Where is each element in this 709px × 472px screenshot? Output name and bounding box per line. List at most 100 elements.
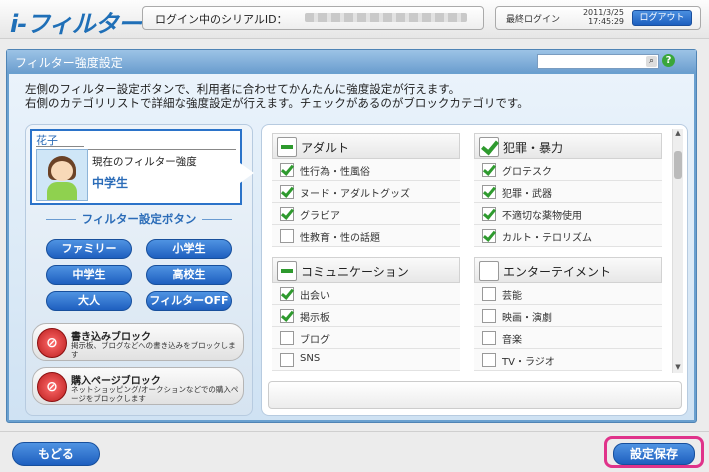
last-login-datetime: 2011/3/25 17:45:29 <box>568 8 624 26</box>
item-label: 音楽 <box>502 335 522 346</box>
item-checkbox[interactable] <box>280 163 294 177</box>
description-line-1: 左側のフィルター設定ボタンで、利用者に合わせてかんたんに強度設定が行えます。 <box>25 82 461 96</box>
filter-button-family[interactable]: ファミリー <box>46 239 132 259</box>
avatar-body <box>47 182 77 200</box>
category-item[interactable]: 犯罪・武器 <box>474 181 662 203</box>
item-checkbox[interactable] <box>482 163 496 177</box>
item-checkbox[interactable] <box>280 353 294 367</box>
category-item[interactable]: グラビア <box>272 203 460 225</box>
save-button-highlight: 設定保存 <box>604 436 704 468</box>
category-header[interactable]: 犯罪・暴力 <box>474 133 662 159</box>
scroll-down-icon[interactable]: ▼ <box>673 363 683 373</box>
current-strength-label: 現在のフィルター強度 <box>92 156 197 168</box>
item-checkbox[interactable] <box>482 185 496 199</box>
item-checkbox[interactable] <box>482 287 496 301</box>
card-pointer <box>240 163 254 183</box>
category-title: アダルト <box>301 141 350 155</box>
scroll-thumb[interactable] <box>674 151 682 179</box>
panel-search-input[interactable]: ⌕ <box>537 54 659 69</box>
item-checkbox[interactable] <box>280 229 294 243</box>
item-label: 不適切な薬物使用 <box>502 211 582 222</box>
top-bar: i-フィルター ログイン中のシリアルID： 最終ログイン 2011/3/25 1… <box>0 0 709 39</box>
last-login-box: 最終ログイン 2011/3/25 17:45:29 ログアウト <box>495 6 701 30</box>
item-label: TV・ラジオ <box>502 357 555 368</box>
current-strength-box: 現在のフィルター強度 中学生 <box>88 149 236 198</box>
category-item[interactable]: 性教育・性の話題 <box>272 225 460 247</box>
category-scrollbar[interactable]: ▲ ▼ <box>672 129 683 373</box>
panel-title: フィルター強度設定 <box>15 56 123 70</box>
item-label: 掲示板 <box>300 313 330 324</box>
description-line-2: 右側のカテゴリリストで詳細な強度設定が行えます。チェックがあるのがブロックカテゴ… <box>25 96 529 110</box>
category-2: コミュニケーション出会い掲示板ブログ SNS <box>272 257 460 371</box>
category-header[interactable]: コミュニケーション <box>272 257 460 283</box>
write-block-toggle[interactable]: ⊘ 書き込みブロック 掲示板、ブログなどへの書き込みをブロックします <box>32 323 244 361</box>
filter-button-elementary[interactable]: 小学生 <box>146 239 232 259</box>
category-item[interactable]: 性行為・性風俗 <box>272 159 460 181</box>
back-button[interactable]: もどる <box>12 442 100 466</box>
category-footer-bar <box>268 381 682 409</box>
category-item[interactable]: 不適切な薬物使用 <box>474 203 662 225</box>
filter-button-high-school[interactable]: 高校生 <box>146 265 232 285</box>
item-checkbox[interactable] <box>280 185 294 199</box>
item-checkbox[interactable] <box>280 309 294 323</box>
item-checkbox[interactable] <box>482 207 496 221</box>
category-item[interactable]: ヌード・アダルトグッズ <box>272 181 460 203</box>
item-label: ブログ <box>300 335 330 346</box>
item-label: グロテスク <box>502 167 552 178</box>
item-label: 出会い <box>300 291 330 302</box>
item-checkbox[interactable] <box>482 353 496 367</box>
last-login-label: 最終ログイン <box>506 15 561 25</box>
category-list: アダルト性行為・性風俗ヌード・アダルトグッズ グラビア 性教育・性の話題 犯罪・暴力グ… <box>261 124 688 416</box>
category-checkbox[interactable] <box>479 137 499 157</box>
category-item[interactable]: 出会い <box>272 283 460 305</box>
category-header[interactable]: エンターテイメント <box>474 257 662 283</box>
item-checkbox[interactable] <box>482 331 496 345</box>
category-checkbox[interactable] <box>277 261 297 281</box>
category-3: エンターテイメント芸能 映画・演劇音楽 TV・ラジオ <box>474 257 662 371</box>
purchase-block-desc: ネットショッピング/オークションなどでの購入ページをブロックします <box>71 385 239 403</box>
category-item[interactable]: TV・ラジオ <box>474 349 662 371</box>
category-item[interactable]: SNS <box>272 349 460 371</box>
help-icon[interactable]: ? <box>662 54 675 67</box>
user-name-underline <box>36 146 84 147</box>
write-block-desc: 掲示板、ブログなどへの書き込みをブロックします <box>71 341 236 359</box>
item-label: カルト・テロリズム <box>502 233 592 244</box>
category-item[interactable]: 掲示板 <box>272 305 460 327</box>
category-item[interactable]: グロテスク <box>474 159 662 181</box>
logout-button[interactable]: ログアウト <box>632 10 692 26</box>
filter-button-junior-high[interactable]: 中学生 <box>46 265 132 285</box>
category-item[interactable]: カルト・テロリズム <box>474 225 662 247</box>
category-header[interactable]: アダルト <box>272 133 460 159</box>
category-checkbox[interactable] <box>277 137 297 157</box>
category-item[interactable]: 音楽 <box>474 327 662 349</box>
current-strength-value: 中学生 <box>92 176 129 190</box>
app-logo: i-フィルター <box>10 10 142 38</box>
item-checkbox[interactable] <box>280 287 294 301</box>
item-checkbox[interactable] <box>482 309 496 323</box>
save-settings-button[interactable]: 設定保存 <box>613 443 695 465</box>
scroll-up-icon[interactable]: ▲ <box>673 129 683 139</box>
footer-divider <box>0 431 709 432</box>
item-checkbox[interactable] <box>280 331 294 345</box>
search-icon[interactable]: ⌕ <box>646 56 657 67</box>
filter-button-adult[interactable]: 大人 <box>46 291 132 311</box>
filter-button-off[interactable]: フィルターOFF <box>146 291 232 311</box>
item-checkbox[interactable] <box>280 207 294 221</box>
item-label: 性行為・性風俗 <box>300 167 370 178</box>
no-entry-icon: ⊘ <box>37 328 67 358</box>
item-checkbox[interactable] <box>482 229 496 243</box>
avatar-face <box>51 161 73 181</box>
category-checkbox[interactable] <box>479 261 499 281</box>
category-title: エンターテイメント <box>503 265 612 279</box>
category-item[interactable]: 映画・演劇 <box>474 305 662 327</box>
item-label: 犯罪・武器 <box>502 189 552 200</box>
serial-id-label: ログイン中のシリアルID： <box>155 13 288 26</box>
purchase-block-toggle[interactable]: ⊘ 購入ページブロック ネットショッピング/オークションなどでの購入ページをブロ… <box>32 367 244 405</box>
category-item[interactable]: ブログ <box>272 327 460 349</box>
item-label: SNS <box>300 353 321 364</box>
panel-description: 左側のフィルター設定ボタンで、利用者に合わせてかんたんに強度設定が行えます。 右… <box>25 82 529 110</box>
cart-block-icon: ⊘ <box>37 372 67 402</box>
category-item[interactable]: 芸能 <box>474 283 662 305</box>
panel-title-bar: フィルター強度設定 ⌕ ? <box>7 50 696 72</box>
filter-settings-column: 花子 現在のフィルター強度 中学生 フィルター設定ボタン ファミリー 小学生 中… <box>25 124 254 416</box>
